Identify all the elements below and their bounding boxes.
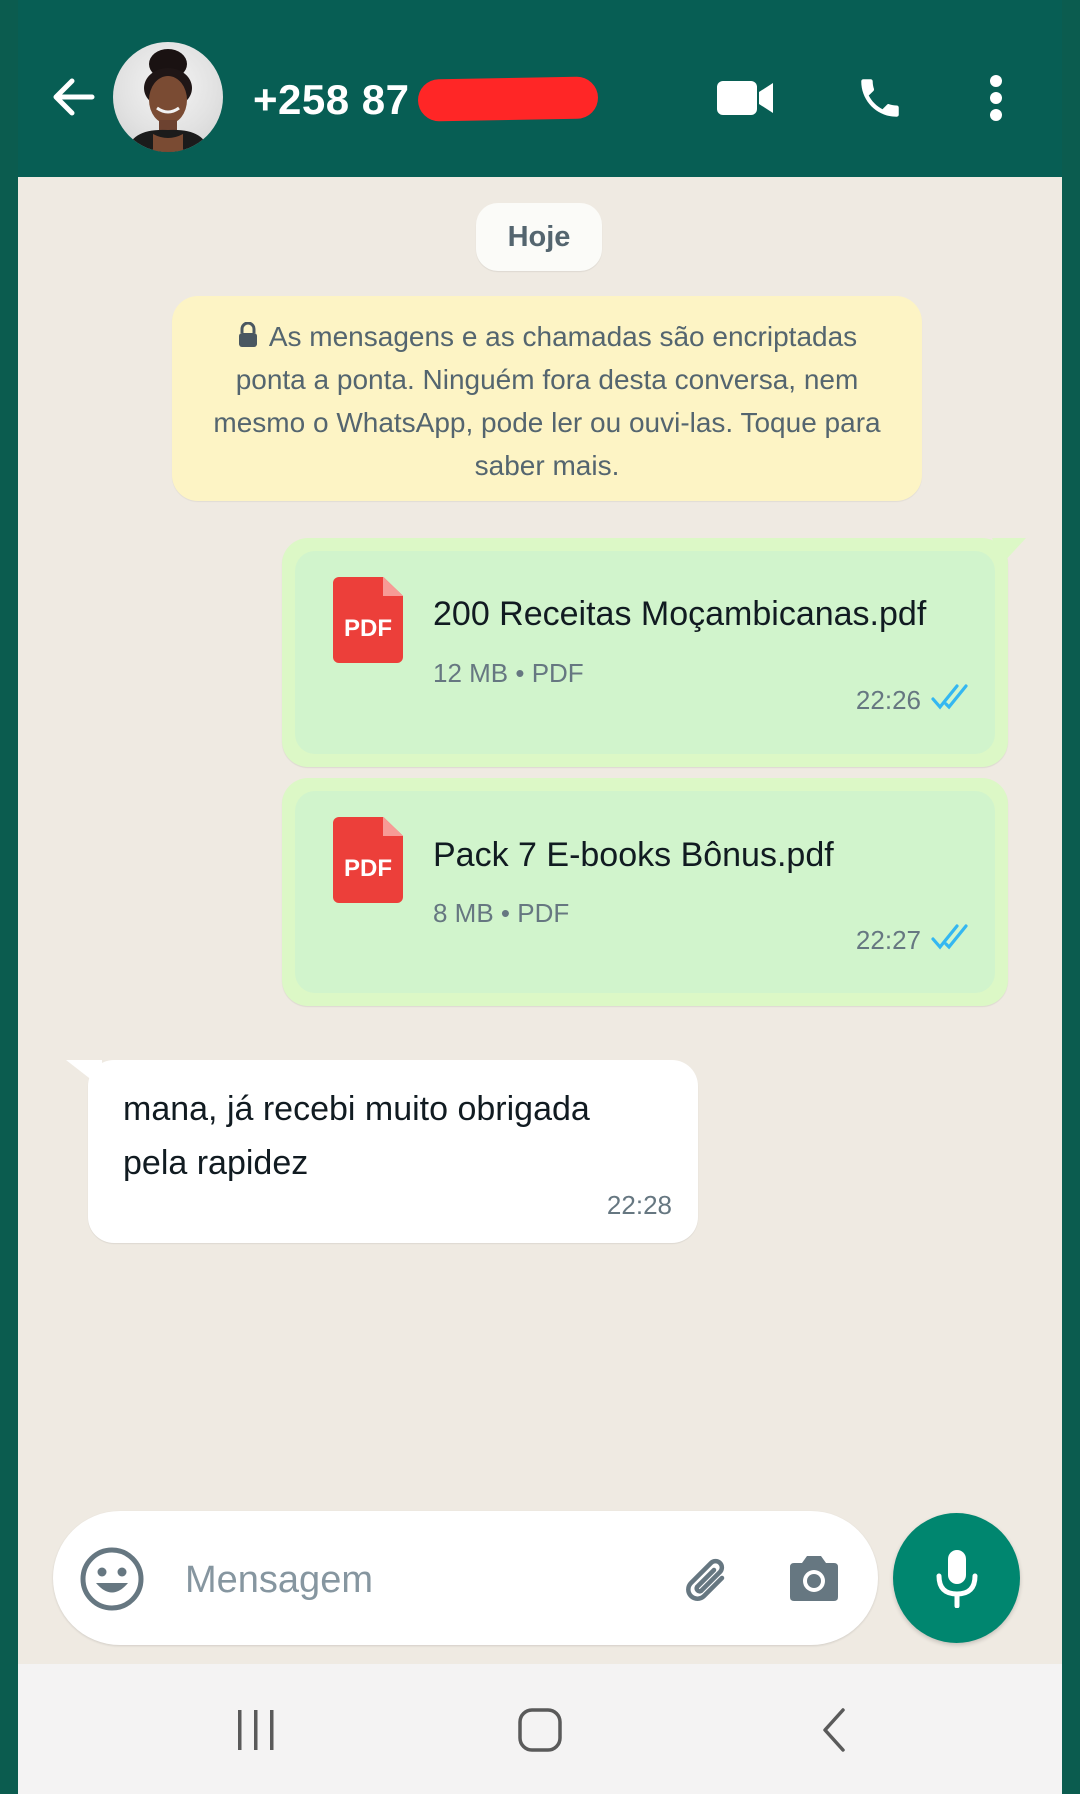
read-ticks-icon <box>931 924 968 950</box>
incoming-text-message[interactable]: mana, já recebi muito obrigada pela rapi… <box>66 1060 698 1243</box>
video-call-icon[interactable] <box>714 66 778 130</box>
lock-icon <box>238 322 257 347</box>
recents-icon[interactable] <box>228 1702 284 1758</box>
message-time: 22:27 <box>855 925 921 955</box>
pdf-file-icon: PDF <box>333 577 403 663</box>
attach-icon[interactable] <box>678 1550 736 1608</box>
emoji-icon[interactable] <box>79 1546 145 1612</box>
mic-icon <box>936 1550 977 1608</box>
outgoing-document-message[interactable]: PDF Pack 7 E-books Bônus.pdf 8 MB • PDF … <box>282 778 1008 1006</box>
voice-call-icon[interactable] <box>848 66 912 130</box>
message-time: 22:28 <box>606 1190 672 1220</box>
file-meta: 8 MB • PDF <box>433 898 570 928</box>
avatar[interactable] <box>113 42 223 152</box>
camera-icon[interactable] <box>786 1553 842 1605</box>
back-icon[interactable] <box>806 1702 862 1758</box>
message-list[interactable]: Hoje As mensagens e as chamadas são encr… <box>18 177 1062 1664</box>
message-composer <box>53 1511 878 1645</box>
back-arrow-icon[interactable] <box>48 72 98 122</box>
home-icon[interactable] <box>512 1702 568 1758</box>
pdf-file-icon: PDF <box>333 817 403 903</box>
file-name: 200 Receitas Moçambicanas.pdf <box>433 595 927 633</box>
document-card[interactable]: PDF 200 Receitas Moçambicanas.pdf 12 MB … <box>295 551 995 754</box>
message-input[interactable] <box>183 1551 627 1609</box>
message-time: 22:26 <box>855 685 921 715</box>
file-meta: 12 MB • PDF <box>433 658 584 688</box>
voice-record-button[interactable] <box>893 1513 1020 1643</box>
encryption-notice[interactable]: As mensagens e as chamadas são encriptad… <box>172 296 922 501</box>
encryption-notice-text: As mensagens e as chamadas são encriptad… <box>213 321 881 481</box>
more-options-icon[interactable] <box>964 66 1028 130</box>
bubble-tail <box>66 1060 102 1088</box>
redaction-mark <box>417 76 599 122</box>
outgoing-document-message[interactable]: PDF 200 Receitas Moçambicanas.pdf 12 MB … <box>282 538 1026 767</box>
chat-screen: +258 87 Hoje As mensagens e as chamadas … <box>18 0 1062 1794</box>
document-card[interactable]: PDF Pack 7 E-books Bônus.pdf 8 MB • PDF … <box>295 791 995 993</box>
message-text: mana, já recebi muito obrigada pela rapi… <box>123 1090 590 1182</box>
bubble-tail <box>992 538 1026 564</box>
date-chip: Hoje <box>476 203 602 271</box>
file-name: Pack 7 E-books Bônus.pdf <box>433 836 834 874</box>
read-ticks-icon <box>931 684 968 710</box>
system-nav-bar <box>18 1664 1062 1794</box>
contact-title[interactable]: +258 87 <box>253 76 410 124</box>
chat-header: +258 87 <box>18 0 1062 177</box>
